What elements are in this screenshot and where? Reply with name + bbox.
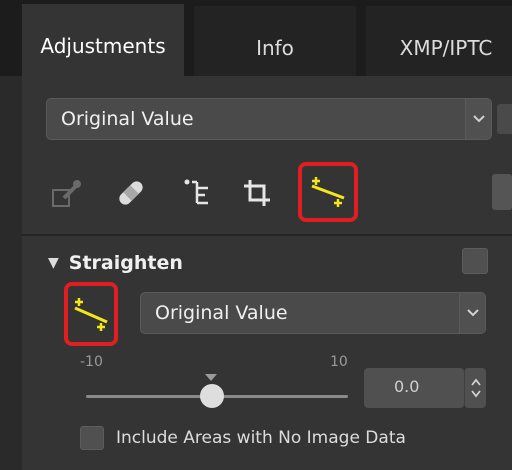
include-no-data-checkbox[interactable]: [80, 426, 104, 450]
straighten-section-header[interactable]: ▼ Straighten: [48, 252, 183, 274]
angle-stepper[interactable]: [464, 368, 486, 408]
adjustment-preset-dropdown[interactable]: Original Value: [46, 98, 492, 140]
include-no-data-option[interactable]: Include Areas with No Image Data: [80, 426, 406, 450]
collapse-triangle-icon: ▼: [48, 255, 59, 271]
tab-label: Info: [256, 36, 294, 60]
straighten-icon: [311, 177, 345, 207]
tab-bar: Adjustments Info XMP/IPTC: [0, 0, 512, 76]
tab-info[interactable]: Info: [194, 6, 356, 76]
level-tree-icon: [184, 179, 208, 205]
crop-tool[interactable]: [232, 168, 282, 218]
retouch-tool[interactable]: [106, 168, 156, 218]
angle-slider-handle[interactable]: [200, 384, 224, 408]
crop-icon: [244, 180, 270, 206]
straighten-tool-button[interactable]: [298, 162, 358, 222]
checkbox-label: Include Areas with No Image Data: [116, 428, 406, 448]
straighten-icon: [74, 298, 108, 331]
adjustments-panel: Original Value ▼ Straighten Original Val…: [22, 76, 512, 470]
levels-tool[interactable]: [172, 168, 222, 218]
angle-value: 0.0: [394, 377, 420, 396]
section-enable-checkbox[interactable]: [462, 248, 488, 274]
color-picker-tool[interactable]: [42, 168, 92, 218]
chevron-down-icon: [459, 293, 485, 333]
tab-label: XMP/IPTC: [399, 36, 493, 60]
section-divider: [22, 234, 512, 236]
section-title: Straighten: [68, 252, 183, 274]
up-down-arrows-icon: [470, 378, 481, 398]
color-picker-icon: [52, 180, 81, 207]
tab-label: Adjustments: [40, 34, 166, 58]
straighten-pick-button[interactable]: [64, 282, 118, 346]
chevron-down-icon: [465, 99, 491, 139]
toolbar-overflow-button[interactable]: [492, 174, 512, 210]
straighten-preset-dropdown[interactable]: Original Value: [140, 292, 486, 334]
tab-xmp-iptc[interactable]: XMP/IPTC: [366, 6, 512, 76]
slider-max-label: 10: [330, 354, 348, 370]
tab-adjustments[interactable]: Adjustments: [22, 4, 184, 76]
dropdown-value: Original Value: [155, 302, 288, 324]
app-window: Adjustments Info XMP/IPTC Original Value: [0, 0, 512, 470]
bandage-icon: [119, 181, 143, 205]
slider-min-label: -10: [80, 354, 103, 370]
dropdown-value: Original Value: [61, 108, 194, 130]
slider-default-marker: [205, 374, 217, 381]
panel-side-button[interactable]: [497, 104, 512, 134]
angle-value-input[interactable]: 0.0: [364, 368, 464, 408]
